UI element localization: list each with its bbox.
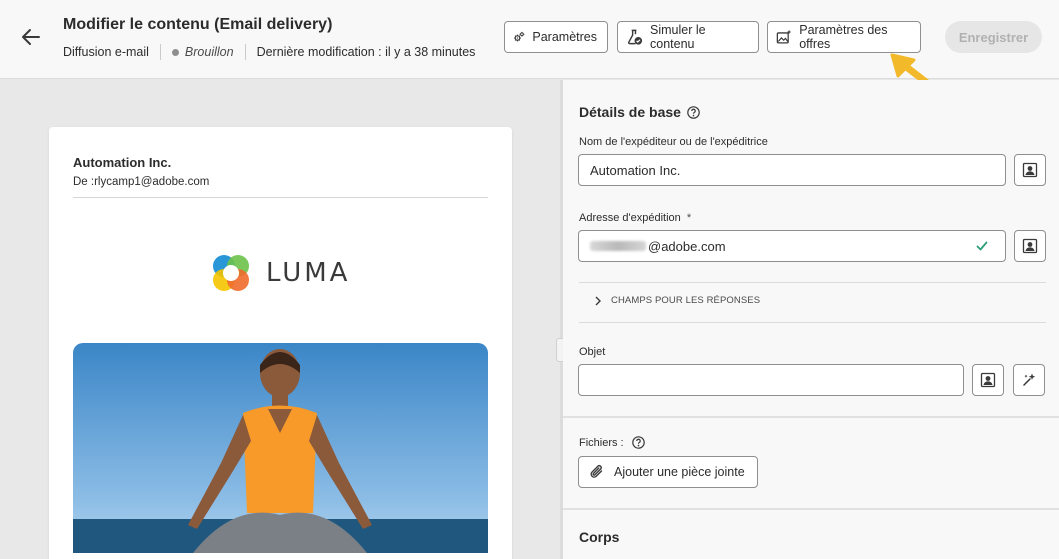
- page-meta: Diffusion e-mail Brouillon Dernière modi…: [63, 44, 475, 60]
- paperclip-icon: [590, 465, 603, 478]
- magic-sparkle-icon: [1023, 373, 1036, 386]
- section-divider: [579, 282, 1046, 283]
- valid-check-icon: [976, 241, 988, 251]
- page-title: Modifier le contenu (Email delivery): [63, 16, 333, 33]
- section-divider: [579, 322, 1046, 323]
- section-band: [563, 416, 1059, 418]
- sender-name-value: Automation Inc.: [590, 162, 681, 178]
- luma-logo: LUMA: [208, 250, 350, 296]
- help-icon[interactable]: [631, 436, 645, 449]
- preview-from-address: De :rlycamp1@adobe.com: [73, 176, 210, 188]
- basic-details-title: Détails de base: [579, 104, 681, 120]
- offer-settings-label: Paramètres des offres: [799, 23, 888, 51]
- help-icon[interactable]: [687, 105, 700, 119]
- sender-name-label: Nom de l'expéditeur ou de l'expéditrice: [579, 136, 768, 148]
- brand-name: LUMA: [266, 258, 351, 288]
- settings-button-label: Paramètres: [532, 30, 597, 44]
- properties-panel: Détails de base Nom de l'expéditeur ou d…: [563, 80, 1059, 559]
- hero-image: [73, 343, 488, 553]
- add-attachment-button[interactable]: Ajouter une pièce jointe: [578, 456, 758, 488]
- last-modified-text: Dernière modification : il y a 38 minute…: [256, 45, 476, 59]
- meta-divider: [244, 44, 246, 60]
- personalization-icon: [1022, 162, 1038, 178]
- luma-logo-icon: [213, 255, 249, 291]
- status-dot-icon: [171, 48, 179, 56]
- simulate-content-label: Simuler le contenu: [650, 23, 706, 51]
- simulate-content-button[interactable]: Simuler le contenu: [617, 21, 759, 53]
- sender-address-label: Adresse d'expédition *: [579, 212, 692, 224]
- address-personalize-button[interactable]: [1014, 230, 1046, 262]
- settings-button[interactable]: Paramètres: [504, 21, 608, 53]
- chevron-right-icon: [595, 296, 601, 305]
- redacted-text: [590, 241, 646, 251]
- files-label: Fichiers :: [579, 436, 624, 449]
- personalization-icon: [1022, 238, 1038, 254]
- personalization-icon: [980, 372, 996, 388]
- sender-address-input[interactable]: @adobe.com: [578, 230, 1006, 262]
- back-arrow-icon[interactable]: [18, 24, 44, 50]
- gears-icon: [514, 31, 525, 42]
- save-button[interactable]: Enregistrer: [945, 21, 1042, 53]
- subject-personalize-button[interactable]: [972, 364, 1004, 396]
- reply-fields-label: CHAMPS POUR LES RÉPONSES: [611, 295, 761, 306]
- reply-fields-toggle[interactable]: CHAMPS POUR LES RÉPONSES: [594, 295, 760, 306]
- section-band: [563, 508, 1059, 510]
- body-heading: Corps: [579, 529, 620, 545]
- status-badge: Brouillon: [184, 45, 234, 59]
- image-sparkle-icon: [776, 29, 792, 44]
- preview-divider: [73, 197, 488, 198]
- email-preview-card: Automation Inc. De :rlycamp1@adobe.com L…: [49, 127, 512, 559]
- offer-settings-button[interactable]: Paramètres des offres: [767, 21, 921, 53]
- required-asterisk: *: [686, 212, 692, 224]
- basic-details-heading: Détails de base: [579, 104, 700, 120]
- flask-check-icon: [628, 29, 643, 45]
- sender-name-input[interactable]: Automation Inc.: [578, 154, 1006, 186]
- sender-personalize-button[interactable]: [1014, 154, 1046, 186]
- email-body-preview: LUMA: [73, 222, 488, 559]
- ai-generate-button[interactable]: [1013, 364, 1045, 396]
- brand-header: LUMA: [73, 222, 488, 342]
- files-heading: Fichiers :: [579, 436, 645, 449]
- meta-divider: [159, 44, 161, 60]
- sender-address-value: @adobe.com: [648, 238, 726, 254]
- subject-label: Objet: [579, 346, 606, 358]
- channel-label: Diffusion e-mail: [63, 45, 149, 59]
- subject-input[interactable]: [578, 364, 964, 396]
- preview-sender-name: Automation Inc.: [73, 155, 172, 170]
- add-attachment-label: Ajouter une pièce jointe: [614, 465, 745, 479]
